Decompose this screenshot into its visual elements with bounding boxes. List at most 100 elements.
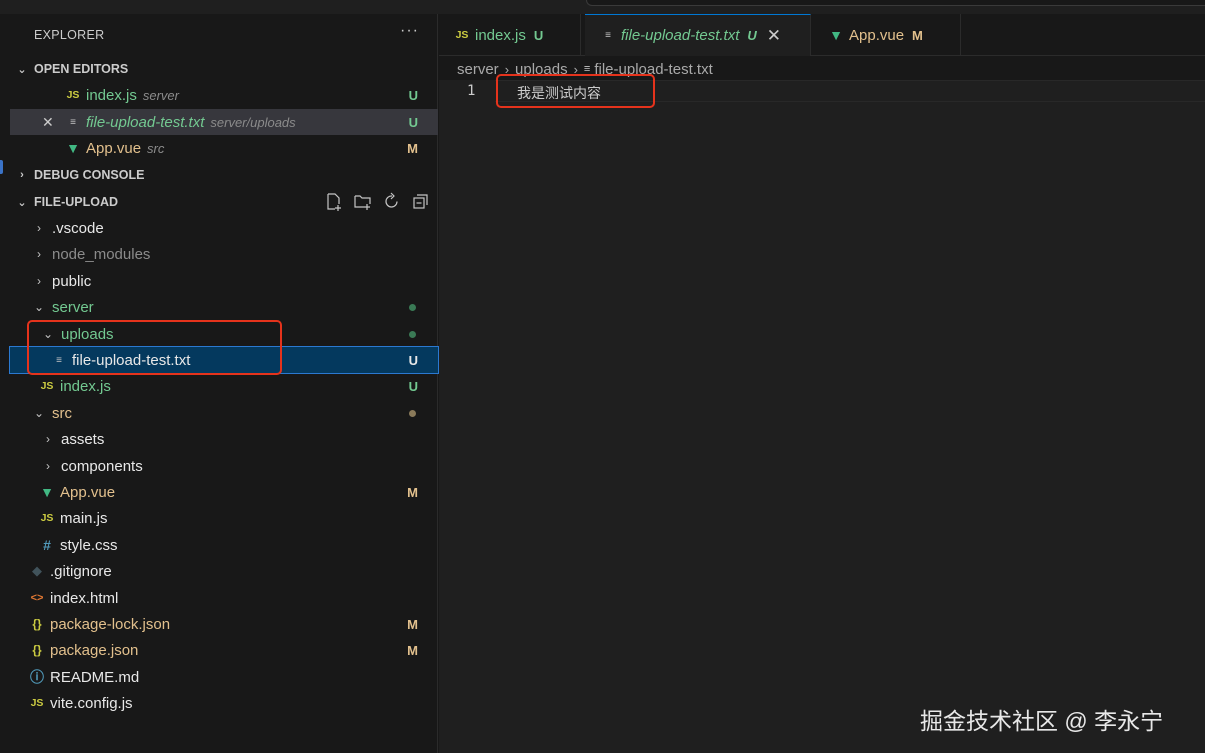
tree-item-label: uploads (61, 325, 114, 343)
explorer-sidebar: EXPLORER ··· ⌄ OPEN EDITORS JS index.js … (9, 14, 439, 753)
git-status-badge: U (408, 87, 418, 103)
git-status-badge: M (407, 140, 418, 156)
new-file-icon[interactable] (324, 192, 343, 211)
chevron-down-icon: ⌄ (42, 327, 54, 341)
text-file-icon: ≡ (583, 63, 591, 75)
chevron-right-icon: › (573, 61, 578, 77)
tree-item-server-index-js[interactable]: JS index.js U (10, 373, 438, 399)
debug-console-header[interactable]: › DEBUG CONSOLE (10, 163, 438, 187)
text-file-icon: ≡ (605, 30, 611, 41)
tree-item-label: public (52, 272, 92, 290)
tree-item-label: README.md (50, 668, 140, 686)
tree-item-label: main.js (60, 509, 108, 527)
tree-item-uploads[interactable]: ⌄ uploads (10, 321, 438, 347)
line-number: 1 (467, 83, 476, 99)
tree-item-public[interactable]: › public (10, 268, 438, 294)
close-icon[interactable]: ✕ (767, 26, 781, 46)
tree-item-label: style.css (60, 536, 118, 554)
git-status-badge: U (408, 114, 418, 130)
open-editor-index-js[interactable]: JS index.js server U (10, 82, 438, 108)
open-editors-label: OPEN EDITORS (34, 62, 129, 76)
tree-item-label: components (61, 457, 143, 475)
breadcrumb: server › uploads › ≡ file-upload-test.tx… (439, 58, 713, 80)
explorer-title: EXPLORER (34, 28, 105, 42)
tree-item-vite-config[interactable]: JS vite.config.js (10, 690, 438, 716)
tree-item-src[interactable]: ⌄ src (10, 400, 438, 426)
refresh-icon[interactable] (382, 192, 401, 211)
git-status-badge: M (407, 616, 418, 632)
tree-item-label: index.html (50, 589, 119, 607)
tree-item-package-lock-json[interactable]: {} package-lock.json M (10, 611, 438, 637)
current-line-highlight (495, 80, 1205, 102)
open-editor-path: server/uploads (210, 114, 296, 130)
chevron-down-icon: ⌄ (33, 406, 45, 420)
tree-item-node-modules[interactable]: › node_modules (10, 241, 438, 267)
tab-app-vue[interactable]: ▼ App.vue M (813, 14, 961, 56)
tree-item-index-html[interactable]: <> index.html (10, 585, 438, 611)
breadcrumb-file[interactable]: file-upload-test.txt (594, 61, 712, 78)
tree-item-package-json[interactable]: {} package.json M (10, 637, 438, 663)
tree-item-readme[interactable]: ⓘ README.md (10, 664, 438, 690)
editor-tab-bar: JS index.js U ≡ file-upload-test.txt U ✕… (439, 14, 1205, 56)
open-editor-path: src (147, 140, 165, 156)
text-editor[interactable]: 1 我是测试内容 (439, 74, 1205, 753)
tree-item-label: index.js (60, 377, 111, 395)
javascript-file-icon: JS (455, 29, 469, 41)
project-header[interactable]: ⌄ FILE-UPLOAD (10, 190, 438, 214)
close-icon[interactable]: ✕ (42, 114, 54, 131)
top-notch (586, 0, 1205, 6)
tree-item-components[interactable]: › components (10, 453, 438, 479)
tree-item-style-css[interactable]: # style.css (10, 532, 438, 558)
git-change-dot (409, 330, 416, 338)
tree-item-label: package-lock.json (50, 615, 171, 633)
open-editor-file-upload-test[interactable]: ✕ ≡ file-upload-test.txt server/uploads … (10, 109, 438, 135)
tree-item-label: node_modules (52, 245, 151, 263)
git-status-badge: M (407, 484, 418, 500)
javascript-file-icon: JS (66, 89, 80, 101)
git-status-badge: U (747, 28, 757, 43)
watermark: 掘金技术社区 @ 李永宁 (920, 708, 1164, 734)
tree-item-main-js[interactable]: JS main.js (10, 505, 438, 531)
breadcrumb-uploads[interactable]: uploads (515, 61, 568, 78)
tree-item-label: package.json (50, 641, 139, 659)
tree-item-app-vue[interactable]: ▼ App.vue M (10, 479, 438, 505)
chevron-right-icon: › (37, 221, 41, 235)
open-editor-name: index.js (86, 86, 137, 104)
git-status-badge: U (533, 27, 544, 43)
chevron-right-icon: › (46, 432, 50, 446)
tree-item-file-upload-test[interactable]: ≡ file-upload-test.txt U (9, 346, 439, 374)
tree-item-assets[interactable]: › assets (10, 426, 438, 452)
css-file-icon: # (43, 537, 51, 553)
breadcrumb-server[interactable]: server (457, 61, 499, 78)
tab-index-js[interactable]: JS index.js U (439, 14, 581, 56)
more-actions-icon[interactable]: ··· (400, 22, 419, 40)
tab-file-upload-test[interactable]: ≡ file-upload-test.txt U ✕ (585, 14, 811, 56)
tree-item-label: vite.config.js (50, 694, 133, 712)
git-status-badge: M (912, 27, 923, 43)
tree-item-vscode[interactable]: › .vscode (10, 215, 438, 241)
tab-label: index.js (475, 26, 526, 44)
open-editors-header[interactable]: ⌄ OPEN EDITORS (10, 57, 438, 81)
tab-label: App.vue (849, 26, 905, 44)
open-editor-app-vue[interactable]: ▼ App.vue src M (10, 135, 438, 161)
tree-item-server[interactable]: ⌄ server (10, 294, 438, 320)
tree-item-label: assets (61, 430, 105, 448)
open-editor-name: file-upload-test.txt (86, 113, 205, 131)
activity-indicator (0, 160, 3, 174)
chevron-down-icon: ⌄ (17, 196, 27, 209)
chevron-right-icon: › (37, 274, 41, 288)
chevron-right-icon: › (37, 247, 41, 261)
chevron-right-icon: › (504, 61, 510, 77)
tree-item-label: .gitignore (50, 562, 112, 580)
chevron-down-icon: ⌄ (17, 63, 27, 76)
editor-line-content[interactable]: 我是测试内容 (517, 83, 601, 103)
collapse-all-icon[interactable] (411, 192, 430, 211)
tree-item-gitignore[interactable]: ◆ .gitignore (10, 558, 438, 584)
info-icon: ⓘ (30, 669, 44, 685)
new-folder-icon[interactable] (353, 192, 372, 211)
json-file-icon: {} (32, 617, 42, 631)
tab-label: file-upload-test.txt (621, 27, 740, 44)
git-change-dot (409, 409, 416, 417)
git-status-badge: U (408, 352, 418, 368)
chevron-down-icon: ⌄ (33, 300, 45, 314)
